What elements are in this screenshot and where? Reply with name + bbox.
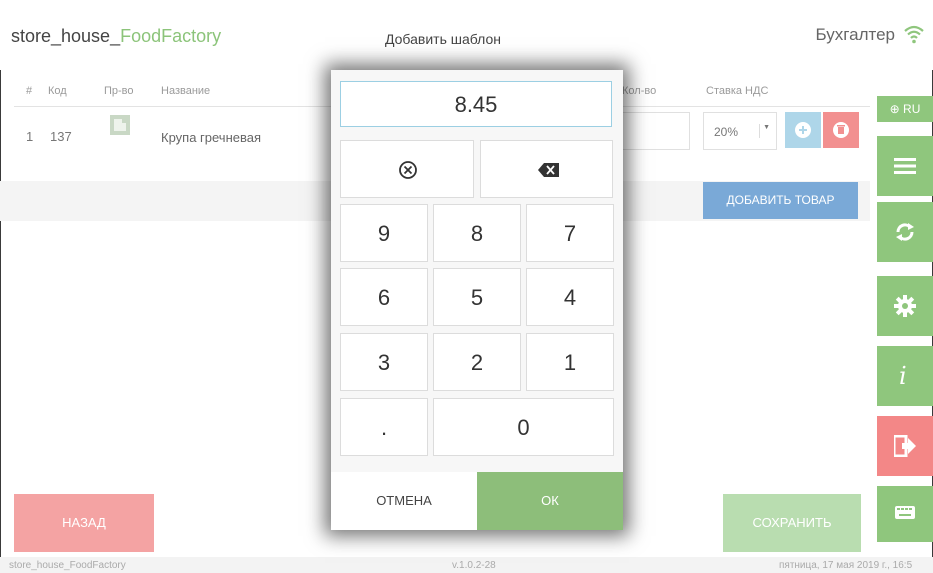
clear-circle-icon xyxy=(399,161,417,179)
key-9[interactable]: 9 xyxy=(340,204,428,262)
sync-button[interactable] xyxy=(877,202,933,262)
key-5[interactable]: 5 xyxy=(433,268,521,326)
back-button[interactable]: НАЗАД xyxy=(14,494,154,552)
app-title: store_house_FoodFactory xyxy=(11,26,221,47)
key-2[interactable]: 2 xyxy=(433,333,521,391)
row-num: 1 xyxy=(26,129,34,144)
user-role[interactable]: Бухгалтер xyxy=(816,25,896,45)
gear-icon xyxy=(894,295,916,317)
info-button[interactable]: i xyxy=(877,346,933,406)
cancel-button[interactable]: ОТМЕНА xyxy=(331,472,477,530)
quantity-field[interactable] xyxy=(620,112,690,150)
footer-app-name: store_house_FoodFactory xyxy=(9,560,126,571)
column-qty: Кол-во xyxy=(622,85,657,97)
add-goods-button[interactable]: ДОБАВИТЬ ТОВАР xyxy=(703,182,858,219)
logout-button[interactable] xyxy=(877,416,933,476)
footer-datetime: пятница, 17 мая 2019 г., 16:5 xyxy=(779,560,913,571)
keypad-display[interactable]: 8.45 xyxy=(340,81,612,127)
plus-icon xyxy=(795,122,811,138)
info-icon: i xyxy=(899,362,907,390)
clear-button[interactable] xyxy=(340,140,474,198)
delete-row-button[interactable] xyxy=(823,112,859,148)
backspace-icon xyxy=(538,163,559,177)
refresh-icon xyxy=(896,223,914,241)
key-decimal[interactable]: . xyxy=(340,398,428,456)
column-name: Название xyxy=(161,85,211,97)
vat-select[interactable]: 20% ▼ xyxy=(703,112,777,150)
chevron-down-icon: ▼ xyxy=(759,124,770,138)
trash-icon xyxy=(833,122,849,138)
add-row-button[interactable] xyxy=(785,112,821,148)
column-code: Код xyxy=(48,85,67,97)
logout-icon xyxy=(894,435,916,457)
ok-button[interactable]: ОК xyxy=(477,472,623,530)
key-3[interactable]: 3 xyxy=(340,333,428,391)
vat-value: 20% xyxy=(714,125,739,139)
globe-icon: ⊕ xyxy=(889,102,900,116)
footer-version: v.1.0.2-28 xyxy=(452,560,496,571)
key-8[interactable]: 8 xyxy=(433,204,521,262)
language-label: RU xyxy=(903,102,921,116)
key-7[interactable]: 7 xyxy=(526,204,614,262)
numeric-keypad-dialog: 8.45 9 8 7 6 5 4 3 2 1 . 0 ОТМЕНА ОК xyxy=(331,70,623,530)
screen-title: Добавить шаблон xyxy=(385,31,502,47)
key-1[interactable]: 1 xyxy=(526,333,614,391)
app-title-suffix: FoodFactory xyxy=(120,26,222,46)
column-vat: Ставка НДС xyxy=(706,85,769,97)
wifi-icon xyxy=(904,25,924,44)
backspace-button[interactable] xyxy=(480,140,613,198)
column-producer: Пр-во xyxy=(104,85,134,97)
menu-button[interactable] xyxy=(877,136,933,196)
row-code: 137 xyxy=(50,129,72,144)
app-title-prefix: store_house_ xyxy=(11,26,121,46)
keyboard-icon xyxy=(895,506,915,519)
keyboard-button[interactable] xyxy=(877,486,933,542)
status-bar: store_house_FoodFactory v.1.0.2-28 пятни… xyxy=(0,557,933,573)
header: store_house_FoodFactory Добавить шаблон … xyxy=(0,0,933,70)
language-button[interactable]: ⊕ RU xyxy=(877,96,933,122)
key-0[interactable]: 0 xyxy=(433,398,614,456)
column-num: # xyxy=(26,85,33,97)
save-button[interactable]: СОХРАНИТЬ xyxy=(723,494,861,552)
product-image-icon xyxy=(110,115,130,135)
settings-button[interactable] xyxy=(877,276,933,336)
key-4[interactable]: 4 xyxy=(526,268,614,326)
menu-icon xyxy=(894,158,916,174)
row-name: Крупа гречневая xyxy=(161,130,262,145)
key-6[interactable]: 6 xyxy=(340,268,428,326)
